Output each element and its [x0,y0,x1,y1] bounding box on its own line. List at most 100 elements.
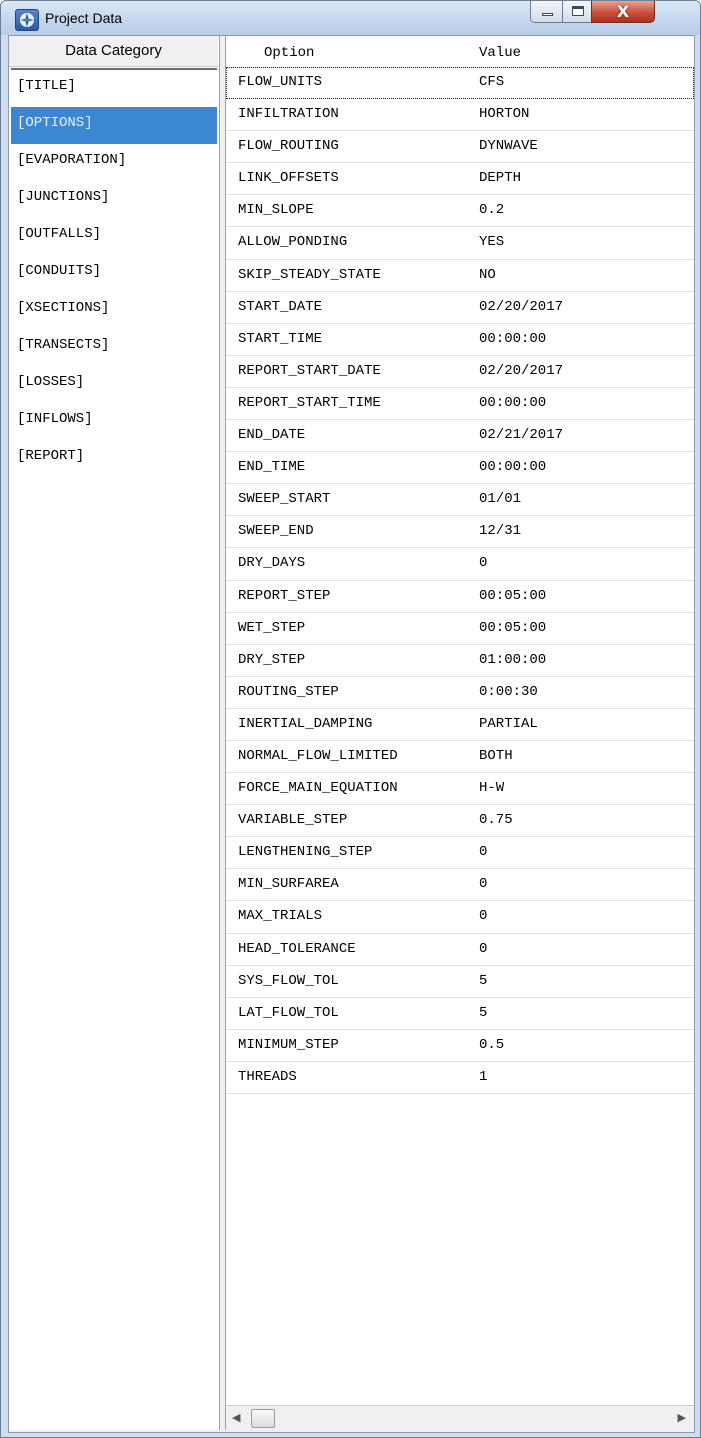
table-row[interactable]: WET_STEP 00:05:00 [226,613,694,645]
table-row[interactable]: DRY_STEP 01:00:00 [226,645,694,677]
table-row[interactable]: START_TIME 00:00:00 [226,324,694,356]
option-value-cell[interactable]: 0.75 [479,805,513,836]
option-name-cell[interactable]: DRY_STEP [238,645,305,676]
option-value-cell[interactable]: 5 [479,966,487,997]
option-value-cell[interactable]: 00:05:00 [479,613,546,644]
option-name-cell[interactable]: LINK_OFFSETS [238,163,339,194]
table-row[interactable]: ALLOW_PONDING YES [226,227,694,260]
scrollbar-thumb[interactable] [251,1409,275,1428]
option-name-cell[interactable]: SWEEP_END [238,516,314,547]
title-bar[interactable]: Project Data X [1,1,700,35]
option-value-cell[interactable]: PARTIAL [479,709,538,740]
table-row[interactable]: END_DATE 02/21/2017 [226,420,694,453]
option-name-cell[interactable]: SKIP_STEADY_STATE [238,260,381,291]
option-value-cell[interactable]: 0.5 [479,1030,504,1061]
option-name-cell[interactable]: MINIMUM_STEP [238,1030,339,1061]
column-header-option[interactable]: Option [264,36,314,70]
option-value-cell[interactable]: 0:00:30 [479,677,538,708]
option-name-cell[interactable]: MIN_SLOPE [238,195,314,226]
table-row[interactable]: FORCE_MAIN_EQUATION H-W [226,773,694,806]
table-row[interactable]: SWEEP_START 01/01 [226,484,694,517]
table-row[interactable]: LENGTHENING_STEP 0 [226,837,694,870]
category-item-outfalls[interactable]: [OUTFALLS] [11,218,217,255]
option-name-cell[interactable]: FLOW_ROUTING [238,131,339,162]
scroll-left-arrow-icon[interactable]: ◀ [232,1411,240,1424]
table-row[interactable]: MIN_SURFAREA 0 [226,869,694,902]
minimize-button[interactable] [530,1,563,23]
table-row[interactable]: END_TIME 00:00:00 [226,452,694,485]
table-row[interactable]: SKIP_STEADY_STATE NO [226,260,694,292]
option-value-cell[interactable]: 0 [479,548,487,579]
option-value-cell[interactable]: 0.2 [479,195,504,226]
option-value-cell[interactable]: 0 [479,837,487,868]
option-name-cell[interactable]: REPORT_START_DATE [238,356,381,387]
option-value-cell[interactable]: 0 [479,869,487,900]
option-value-cell[interactable]: 0 [479,934,487,965]
option-value-cell[interactable]: 00:00:00 [479,324,546,355]
table-row[interactable]: LAT_FLOW_TOL 5 [226,998,694,1030]
option-name-cell[interactable]: MAX_TRIALS [238,901,322,932]
category-item-losses[interactable]: [LOSSES] [11,366,217,403]
column-header-value[interactable]: Value [479,36,521,70]
table-row[interactable]: START_DATE 02/20/2017 [226,292,694,324]
option-value-cell[interactable]: 12/31 [479,516,521,547]
option-value-cell[interactable]: H-W [479,773,504,804]
data-category-list[interactable]: [TITLE] [OPTIONS] [EVAPORATION] [JUNCTIO… [11,68,217,477]
option-name-cell[interactable]: HEAD_TOLERANCE [238,934,356,965]
close-button[interactable]: X [591,1,655,23]
table-row[interactable]: VARIABLE_STEP 0.75 [226,805,694,838]
option-value-cell[interactable]: 01:00:00 [479,645,546,676]
table-row[interactable]: HEAD_TOLERANCE 0 [226,934,694,966]
table-row[interactable]: MINIMUM_STEP 0.5 [226,1030,694,1062]
option-name-cell[interactable]: NORMAL_FLOW_LIMITED [238,741,398,772]
table-row[interactable]: REPORT_START_DATE 02/20/2017 [226,356,694,388]
option-value-cell[interactable]: 0 [479,901,487,932]
table-row[interactable]: FLOW_UNITS CFS [226,67,694,100]
option-value-cell[interactable]: 5 [479,998,487,1029]
option-name-cell[interactable]: VARIABLE_STEP [238,805,347,836]
maximize-button[interactable] [562,1,592,23]
option-value-cell[interactable]: DYNWAVE [479,131,538,162]
table-row[interactable]: THREADS 1 [226,1062,694,1094]
option-value-cell[interactable]: HORTON [479,99,529,130]
option-value-cell[interactable]: YES [479,227,504,258]
option-value-cell[interactable]: DEPTH [479,163,521,194]
table-row[interactable]: SWEEP_END 12/31 [226,516,694,549]
option-name-cell[interactable]: END_DATE [238,420,305,451]
category-item-transects[interactable]: [TRANSECTS] [11,329,217,366]
options-grid[interactable]: Option Value FLOW_UNITS CFS INFILTRATION HO… [226,36,694,1430]
option-name-cell[interactable]: ROUTING_STEP [238,677,339,708]
table-row[interactable]: MAX_TRIALS 0 [226,901,694,934]
scroll-right-arrow-icon[interactable]: ▶ [678,1411,686,1424]
option-name-cell[interactable]: FORCE_MAIN_EQUATION [238,773,398,804]
option-value-cell[interactable]: 02/20/2017 [479,356,563,387]
option-name-cell[interactable]: END_TIME [238,452,305,483]
option-name-cell[interactable]: MIN_SURFAREA [238,869,339,900]
option-name-cell[interactable]: START_DATE [238,292,322,323]
option-name-cell[interactable]: START_TIME [238,324,322,355]
app-icon[interactable] [15,9,39,31]
data-category-header[interactable]: Data Category [9,36,218,67]
category-item-report[interactable]: [REPORT] [11,440,217,477]
horizontal-scrollbar[interactable]: ◀ ▶ [226,1405,694,1430]
table-row[interactable]: FLOW_ROUTING DYNWAVE [226,131,694,164]
option-name-cell[interactable]: SWEEP_START [238,484,330,515]
option-name-cell[interactable]: DRY_DAYS [238,548,305,579]
option-value-cell[interactable]: 02/20/2017 [479,292,563,323]
option-name-cell[interactable]: REPORT_STEP [238,581,330,612]
category-item-inflows[interactable]: [INFLOWS] [11,403,217,440]
table-row[interactable]: DRY_DAYS 0 [226,548,694,581]
category-item-title[interactable]: [TITLE] [11,70,217,107]
option-name-cell[interactable]: WET_STEP [238,613,305,644]
option-value-cell[interactable]: 00:00:00 [479,452,546,483]
table-row[interactable]: LINK_OFFSETS DEPTH [226,163,694,196]
option-value-cell[interactable]: 00:00:00 [479,388,546,419]
table-row[interactable]: REPORT_START_TIME 00:00:00 [226,388,694,421]
category-item-evaporation[interactable]: [EVAPORATION] [11,144,217,181]
option-name-cell[interactable]: THREADS [238,1062,297,1093]
option-value-cell[interactable]: 00:05:00 [479,581,546,612]
option-name-cell[interactable]: ALLOW_PONDING [238,227,347,258]
table-row[interactable]: NORMAL_FLOW_LIMITED BOTH [226,741,694,774]
category-item-options[interactable]: [OPTIONS] [11,107,217,144]
option-value-cell[interactable]: 02/21/2017 [479,420,563,451]
